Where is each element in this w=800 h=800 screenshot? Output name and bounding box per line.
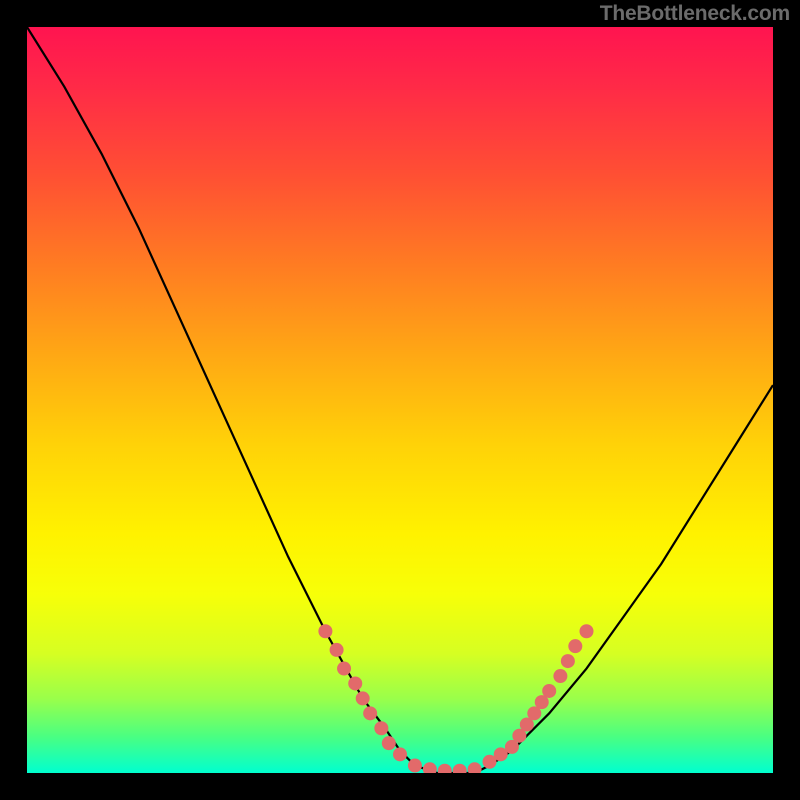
data-marker xyxy=(468,762,482,773)
data-marker xyxy=(330,643,344,657)
data-marker xyxy=(568,639,582,653)
data-marker xyxy=(438,764,452,773)
data-marker xyxy=(553,669,567,683)
data-marker xyxy=(356,691,370,705)
data-marker xyxy=(408,759,422,773)
chart-markers xyxy=(27,27,773,773)
data-marker xyxy=(318,624,332,638)
data-marker xyxy=(348,676,362,690)
data-marker xyxy=(580,624,594,638)
data-marker xyxy=(393,747,407,761)
data-marker xyxy=(374,721,388,735)
data-marker xyxy=(363,706,377,720)
data-marker xyxy=(542,684,556,698)
data-marker xyxy=(561,654,575,668)
watermark-text: TheBottleneck.com xyxy=(600,2,790,26)
data-marker xyxy=(382,736,396,750)
data-marker xyxy=(453,764,467,773)
chart-container: TheBottleneck.com xyxy=(0,0,800,800)
data-marker xyxy=(423,762,437,773)
data-marker xyxy=(337,662,351,676)
